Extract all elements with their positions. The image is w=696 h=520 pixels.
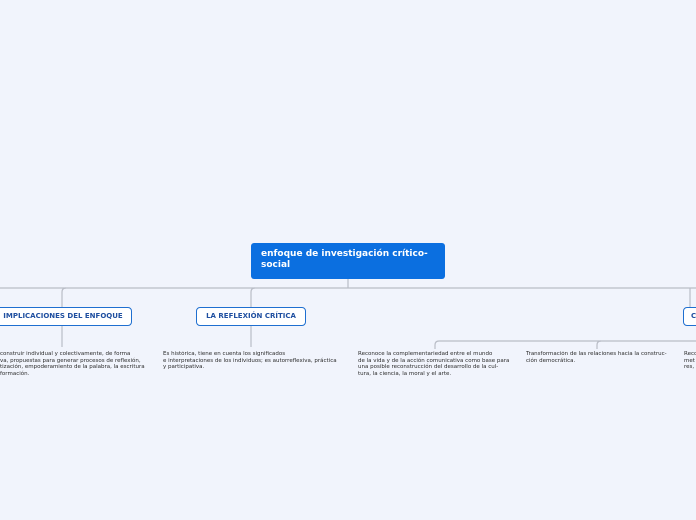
connector-branch-1 [61, 287, 67, 307]
topic-third-branch[interactable]: C [683, 307, 696, 326]
subnote-transformacion: Transformación de las relaciones hacia l… [526, 351, 667, 364]
note-implicaciones: construir individual y colectivamente, d… [0, 351, 145, 377]
subnote-truncated: Reco met res, [684, 351, 696, 371]
subnote-complementariedad: Reconoce la complementariedad entre el m… [358, 351, 510, 377]
topic-implicaciones-del-enfoque[interactable]: IMPLICACIONES DEL ENFOQUE [0, 307, 132, 326]
connector-subnote-2 [596, 340, 602, 349]
connector-subnote-bar [434, 340, 696, 349]
central-topic[interactable]: enfoque de investigación crítico-social [251, 243, 445, 279]
connector-branch-2 [250, 287, 256, 307]
topic-la-reflexion-critica[interactable]: LA REFLEXIÓN CRÍTICA [196, 307, 306, 326]
note-reflexion-critica: Es histórica, tiene en cuenta los signif… [163, 351, 337, 371]
